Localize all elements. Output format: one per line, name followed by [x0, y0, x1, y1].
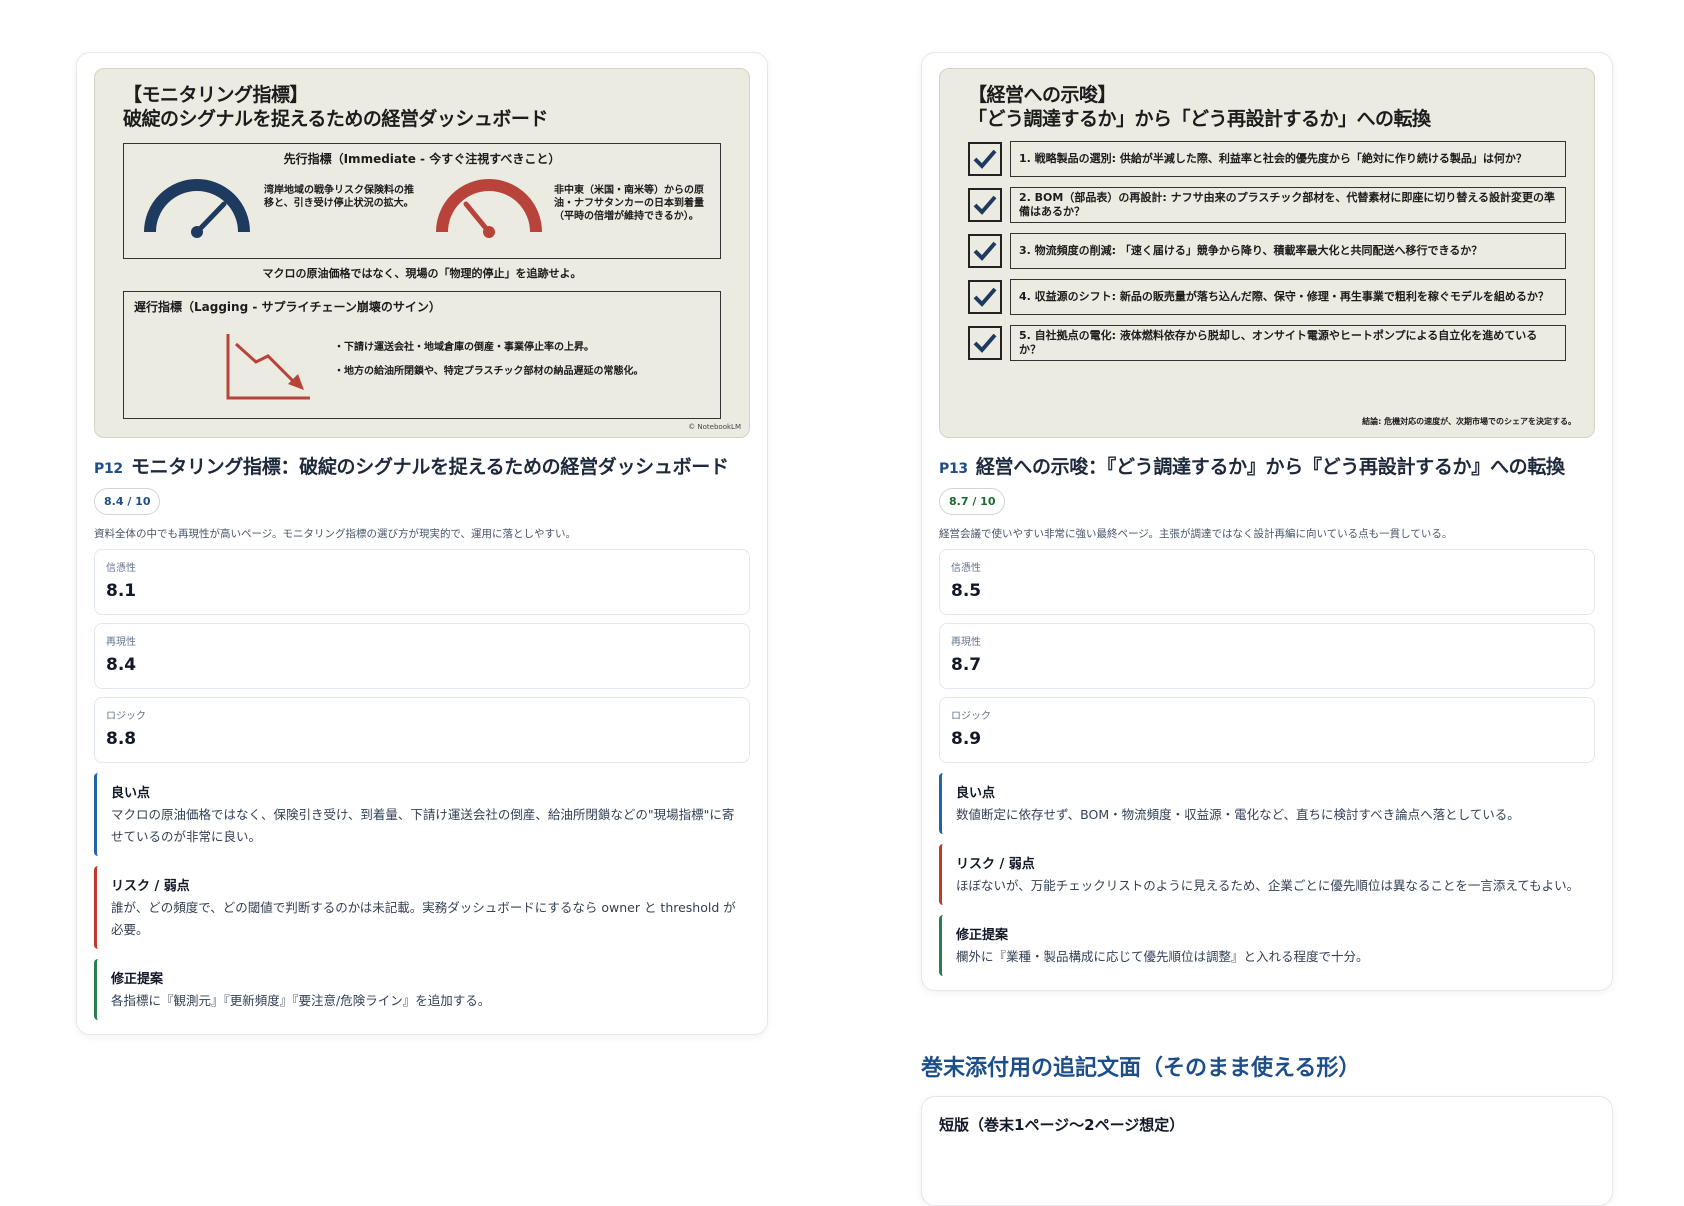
downtrend-chart-icon: [226, 334, 310, 400]
leading-indicators-heading: 先行指標（Immediate - 今すぐ注視すべきこと）: [283, 152, 561, 166]
red-gauge-icon: [436, 179, 542, 238]
note-body: ほぼないが、万能チェックリストのように見えるため、企業ごとに優先順位は異なること…: [956, 878, 1580, 893]
page-number: P12: [94, 461, 123, 477]
checklist-item-text: 3. 物流頻度の削減: 「速く届ける」競争から降り、積載率最大化と共同配送へ移行…: [1010, 233, 1566, 269]
checklist-item: 2. BOM（部品表）の再設計: ナフサ由来のプラスチック部材を、代替素材に即座…: [968, 187, 1566, 223]
score-badge: 8.4 / 10: [94, 488, 161, 515]
note-body: 各指標に『観測元』『更新頻度』『要注意/危険ライン』を追加する。: [111, 993, 491, 1008]
checkbox-checked-icon: [968, 142, 1002, 176]
checkbox-checked-icon: [968, 280, 1002, 314]
note-title: 良い点: [111, 786, 151, 801]
lagging-bullets: ・下請け運送会社・地域倉庫の倒産・事業停止率の上昇。 ・地方の給油所閉鎖や、特定…: [334, 336, 644, 384]
summary-text: 資料全体の中でも再現性が高いページ。モニタリング指標の選び方が現実的で、運用に落…: [94, 528, 576, 540]
slide-note: マクロの原油価格ではなく、現場の「物理的停止」を追跡せよ。: [262, 267, 582, 280]
checklist-item-text: 1. 戦略製品の選別: 供給が半減した際、利益率と社会的優先度から「絶対に作り続…: [1010, 141, 1566, 177]
metric-value: 8.5: [951, 581, 982, 601]
checklist-item-text: 4. 収益源のシフト: 新品の販売量が落ち込んだ際、保守・修理・再生事業で粗利を…: [1010, 279, 1566, 315]
lagging-bullet: ・地方の給油所閉鎖や、特定プラスチック部材の納品遅延の常態化。: [334, 366, 644, 377]
gauge1-caption: 湾岸地域の戦争リスク保険料の推移と、引き受け停止状況の拡大。: [264, 185, 414, 209]
checklist-item: 4. 収益源のシフト: 新品の販売量が落ち込んだ際、保守・修理・再生事業で粗利を…: [968, 279, 1566, 315]
note-title: 修正提案: [111, 972, 164, 987]
note-body: 欄外に『業種・製品構成に応じて優先順位は調整』と入れる程度で十分。: [956, 949, 1369, 964]
slide-credit: © NotebookLM: [688, 423, 741, 431]
score-badge: 8.7 / 10: [939, 488, 1006, 515]
page-title-text: 経営への示唆：『どう調達するか』から『どう再設計するか』への転換: [975, 456, 1565, 478]
note-body: 誰が、どの頻度で、どの閾値で判断するのかは未記載。実務ダッシュボードにするなら …: [111, 900, 736, 937]
page-title: P13 経営への示唆：『どう調達するか』から『どう再設計するか』への転換: [939, 452, 1595, 479]
metric-value: 8.1: [106, 581, 137, 601]
metric-label: 再現性: [106, 637, 136, 648]
lagging-indicators-box: 遅行指標（Lagging - サプライチェーン崩壊のサイン） ・下請け運送会社・…: [123, 291, 721, 419]
note-body: マクロの原油価格ではなく、保険引き受け、到着量、下請け運送会社の倒産、給油所閉鎖…: [111, 807, 735, 844]
lagging-bullet: ・下請け運送会社・地域倉庫の倒産・事業停止率の上昇。: [334, 342, 594, 353]
fix-suggestion-note: 修正提案 欄外に『業種・製品構成に応じて優先順位は調整』と入れる程度で十分。: [939, 915, 1595, 976]
metric-label: 信憑性: [951, 563, 981, 574]
metric-value: 8.9: [951, 729, 982, 749]
checklist-item: 1. 戦略製品の選別: 供給が半減した際、利益率と社会的優先度から「絶対に作り続…: [968, 141, 1566, 177]
checklist-item-text: 2. BOM（部品表）の再設計: ナフサ由来のプラスチック部材を、代替素材に即座…: [1010, 187, 1566, 223]
checkbox-checked-icon: [968, 234, 1002, 268]
metric-credibility: 信憑性 8.1: [94, 549, 750, 615]
appendix-heading: 巻末添付用の追記文面（そのまま使える形）: [921, 1056, 1361, 1081]
fix-suggestion-note: 修正提案 各指標に『観測元』『更新頻度』『要注意/危険ライン』を追加する。: [94, 959, 750, 1020]
metric-logic: ロジック 8.8: [94, 697, 750, 763]
checklist-item: 5. 自社拠点の電化: 液体燃料依存から脱却し、オンサイト電源やヒートポンプによ…: [968, 325, 1566, 361]
blue-gauge-icon: [144, 179, 250, 238]
checklist: 1. 戦略製品の選別: 供給が半減した際、利益率と社会的優先度から「絶対に作り続…: [968, 141, 1566, 361]
summary-text: 経営会議で使いやすい非常に強い最終ページ。主張が調達ではなく設計再編に向いている…: [939, 528, 1453, 540]
metric-value: 8.8: [106, 729, 137, 749]
appendix-subtitle: 短版（巻末1ページ〜2ページ想定）: [939, 1116, 1185, 1134]
metric-label: 再現性: [951, 637, 981, 648]
slide-title: 【経営への示唆】 「どう調達するか」から「どう再設計するか」への転換: [968, 84, 1431, 130]
metric-label: ロジック: [106, 711, 146, 722]
review-card-p13: 【経営への示唆】 「どう調達するか」から「どう再設計するか」への転換 1. 戦略…: [921, 52, 1613, 991]
metric-logic: ロジック 8.9: [939, 697, 1595, 763]
metric-credibility: 信憑性 8.5: [939, 549, 1595, 615]
good-points-note: 良い点 マクロの原油価格ではなく、保険引き受け、到着量、下請け運送会社の倒産、給…: [94, 773, 750, 856]
metric-label: 信憑性: [106, 563, 136, 574]
slide-footer: 結論: 危機対応の速度が、次期市場でのシェアを決定する。: [1362, 417, 1576, 426]
page-title-text: モニタリング指標：破綻のシグナルを捉えるための経営ダッシュボード: [130, 456, 729, 478]
good-points-note: 良い点 数値断定に依存せず、BOM・物流頻度・収益源・電化など、直ちに検討すべき…: [939, 773, 1595, 834]
checklist-item-text: 5. 自社拠点の電化: 液体燃料依存から脱却し、オンサイト電源やヒートポンプによ…: [1010, 325, 1566, 361]
metric-value: 8.7: [951, 655, 982, 675]
review-card-p12: 【モニタリング指標】 破綻のシグナルを捉えるための経営ダッシュボード 先行指標（…: [76, 52, 768, 1035]
page-number: P13: [939, 461, 968, 477]
checkbox-checked-icon: [968, 326, 1002, 360]
slide-title: 【モニタリング指標】 破綻のシグナルを捉えるための経営ダッシュボード: [123, 84, 548, 130]
risk-note: リスク / 弱点 ほぼないが、万能チェックリストのように見えるため、企業ごとに優…: [939, 844, 1595, 905]
checklist-item: 3. 物流頻度の削減: 「速く届ける」競争から降り、積載率最大化と共同配送へ移行…: [968, 233, 1566, 269]
metric-reproducibility: 再現性 8.7: [939, 623, 1595, 689]
note-title: 修正提案: [956, 928, 1009, 943]
leading-indicators-box: 先行指標（Immediate - 今すぐ注視すべきこと） 湾岸地域の戦争リスク保…: [123, 143, 721, 259]
note-title: リスク / 弱点: [111, 879, 190, 894]
metric-value: 8.4: [106, 655, 137, 675]
slide-thumbnail-p13[interactable]: 【経営への示唆】 「どう調達するか」から「どう再設計するか」への転換 1. 戦略…: [939, 68, 1595, 438]
note-title: リスク / 弱点: [956, 857, 1035, 872]
checkbox-checked-icon: [968, 188, 1002, 222]
appendix-card: 短版（巻末1ページ〜2ページ想定）: [921, 1096, 1613, 1206]
page-title: P12 モニタリング指標：破綻のシグナルを捉えるための経営ダッシュボード: [94, 452, 750, 479]
lagging-indicators-heading: 遅行指標（Lagging - サプライチェーン崩壊のサイン）: [134, 300, 441, 314]
note-body: 数値断定に依存せず、BOM・物流頻度・収益源・電化など、直ちに検討すべき論点へ落…: [956, 807, 1520, 822]
risk-note: リスク / 弱点 誰が、どの頻度で、どの閾値で判断するのかは未記載。実務ダッシュ…: [94, 866, 750, 949]
note-title: 良い点: [956, 786, 996, 801]
metric-label: ロジック: [951, 711, 991, 722]
gauge2-caption: 非中東（米国・南米等）からの原油・ナフサタンカーの日本到着量（平時の倍増が維持で…: [554, 185, 704, 222]
slide-thumbnail-p12[interactable]: 【モニタリング指標】 破綻のシグナルを捉えるための経営ダッシュボード 先行指標（…: [94, 68, 750, 438]
metric-reproducibility: 再現性 8.4: [94, 623, 750, 689]
